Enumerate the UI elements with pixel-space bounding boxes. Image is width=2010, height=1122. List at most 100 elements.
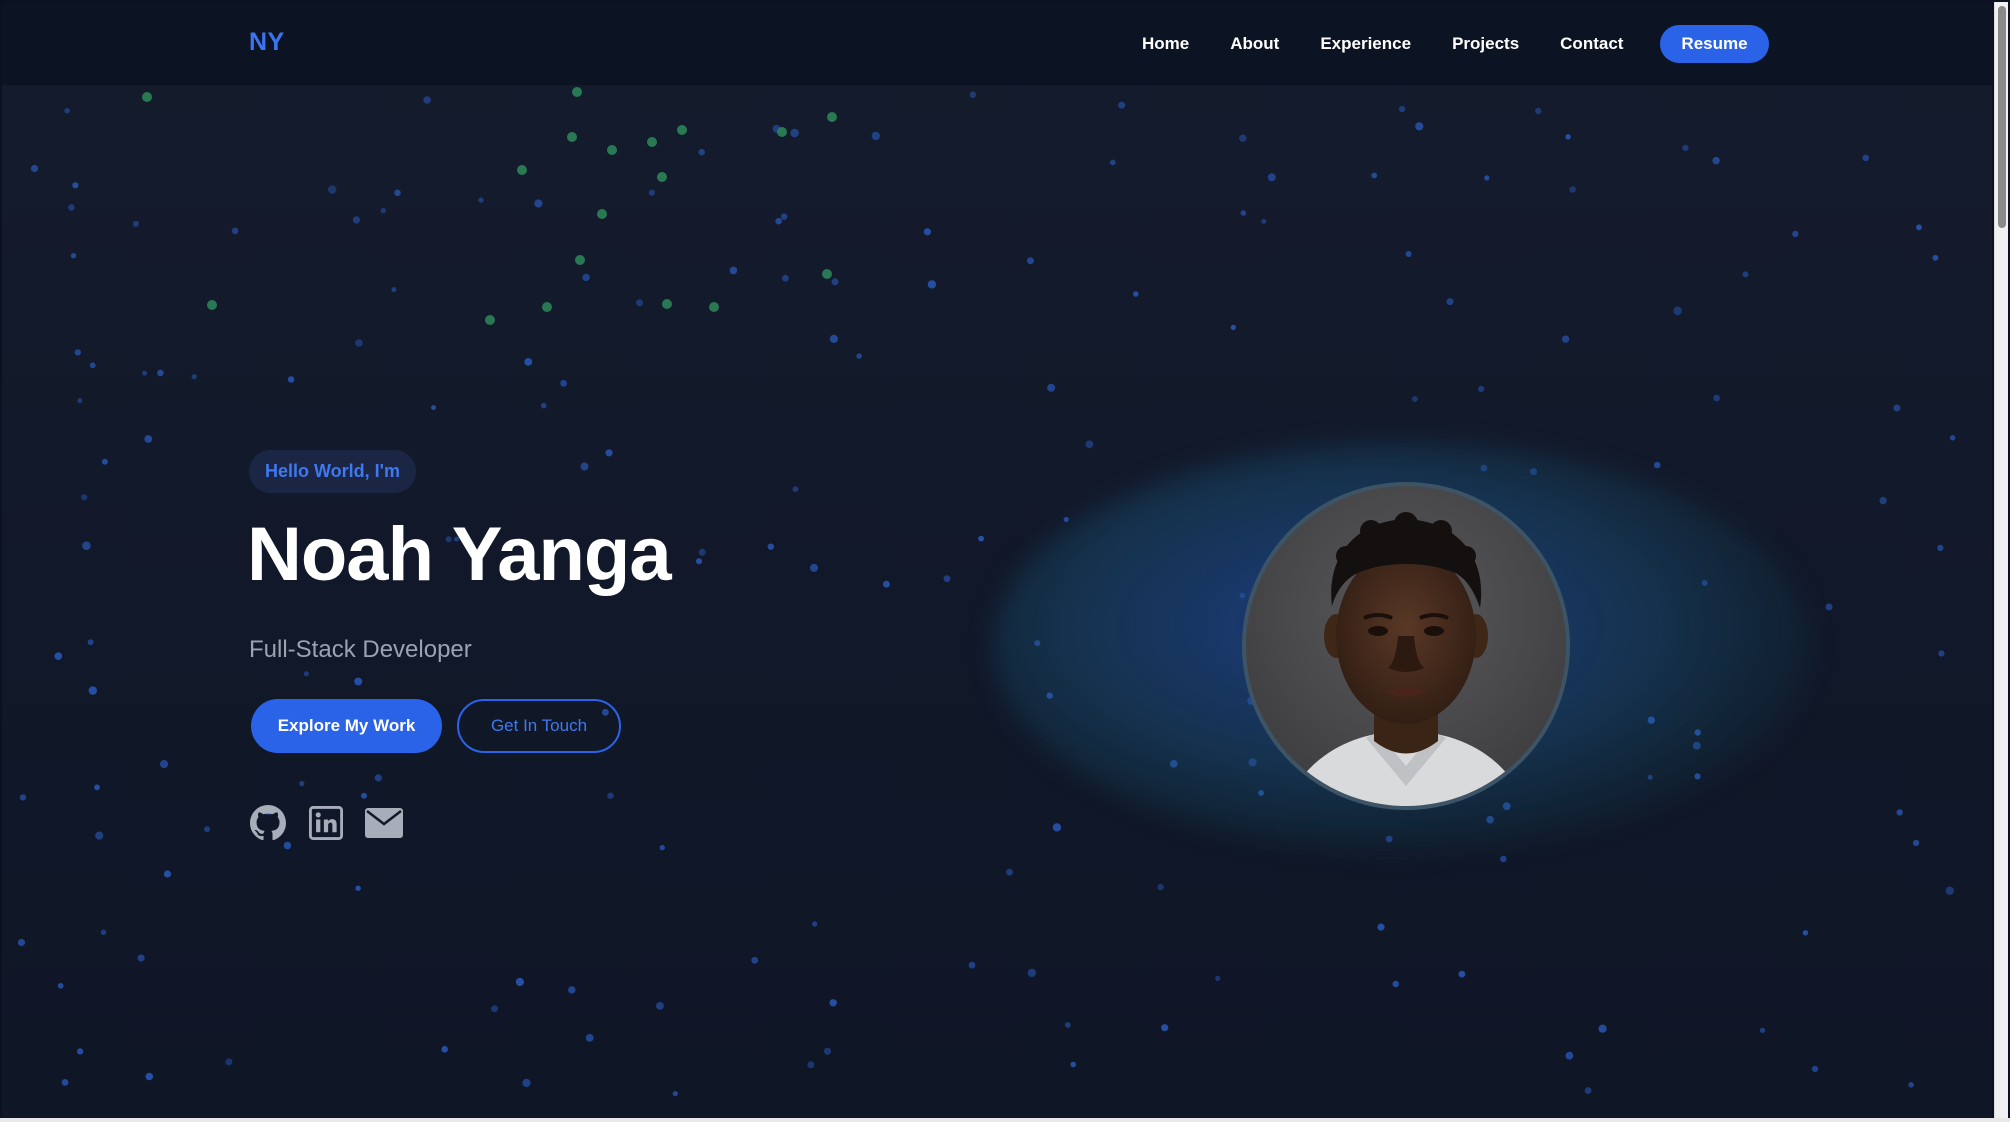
particle — [380, 207, 386, 214]
particle — [662, 299, 672, 309]
particle — [1759, 1027, 1766, 1033]
particle — [1561, 335, 1570, 343]
particle — [829, 999, 837, 1007]
particle — [1230, 324, 1237, 331]
particle — [1109, 159, 1116, 166]
particle — [1392, 980, 1399, 988]
particle — [580, 462, 589, 471]
particle — [515, 977, 525, 987]
get-in-touch-button[interactable]: Get In Touch — [457, 699, 621, 753]
particle — [1682, 144, 1689, 151]
particle — [969, 91, 977, 98]
particle — [978, 535, 984, 542]
particle — [823, 1047, 832, 1055]
particle — [303, 671, 309, 677]
particle — [1063, 516, 1069, 523]
particle — [57, 983, 64, 989]
particle — [856, 353, 862, 359]
nav-link-projects[interactable]: Projects — [1452, 34, 1519, 54]
particle — [656, 1002, 664, 1010]
particle — [1064, 1022, 1071, 1028]
particle — [225, 1058, 233, 1066]
particle — [485, 315, 495, 325]
particle — [1893, 404, 1901, 412]
particle — [144, 435, 153, 443]
scrollbar[interactable] — [1994, 2, 2008, 1118]
explore-work-button[interactable]: Explore My Work — [251, 699, 442, 753]
particle — [831, 278, 839, 286]
particle — [772, 124, 781, 133]
particle — [19, 794, 27, 801]
hero-name: Noah Yanga — [247, 512, 672, 597]
particle — [89, 362, 96, 369]
particle — [968, 961, 976, 969]
particle — [1932, 254, 1939, 261]
email-icon[interactable] — [365, 804, 403, 842]
particle — [782, 274, 789, 282]
particle — [1896, 809, 1903, 816]
particle — [352, 216, 360, 224]
nav-link-about[interactable]: About — [1230, 34, 1279, 54]
particle — [1862, 154, 1869, 162]
particle — [1565, 134, 1571, 140]
particle — [287, 376, 295, 383]
particle — [827, 112, 837, 122]
resume-button[interactable]: Resume — [1660, 25, 1769, 63]
particle — [568, 986, 576, 994]
particle — [1412, 396, 1418, 402]
particle — [1415, 122, 1424, 131]
particle — [441, 1046, 449, 1053]
linkedin-icon[interactable] — [307, 804, 345, 842]
nav-link-experience[interactable]: Experience — [1320, 34, 1411, 54]
scrollbar-thumb[interactable] — [1998, 6, 2006, 228]
particle — [585, 1034, 594, 1042]
particle — [829, 334, 839, 343]
particle — [1070, 1061, 1076, 1068]
hero-role: Full-Stack Developer — [249, 636, 472, 663]
particle — [1598, 1024, 1607, 1033]
particle — [17, 938, 26, 947]
particle — [30, 164, 39, 173]
nav-links: Home About Experience Projects Contact — [1142, 2, 1664, 86]
particle — [792, 486, 799, 492]
particle — [1026, 257, 1034, 265]
nav-link-home[interactable]: Home — [1142, 34, 1189, 54]
particle — [76, 1048, 84, 1055]
particle — [1484, 175, 1490, 181]
particle — [1215, 975, 1221, 982]
particle — [597, 209, 607, 219]
particle — [1239, 134, 1247, 142]
particle — [636, 299, 644, 307]
particle — [1945, 886, 1955, 895]
particle — [1161, 1024, 1169, 1032]
particle — [100, 929, 107, 936]
particle — [157, 369, 164, 377]
particle — [524, 358, 533, 366]
particle — [605, 449, 613, 457]
particle — [575, 255, 585, 265]
particle — [299, 781, 305, 787]
particle — [1811, 1065, 1819, 1073]
particle — [1240, 210, 1247, 216]
particle — [607, 145, 617, 155]
particle — [1047, 383, 1056, 392]
particle — [1157, 883, 1164, 891]
particle — [1006, 868, 1013, 876]
particle — [1377, 923, 1385, 931]
particle — [541, 402, 547, 409]
particle — [70, 253, 77, 259]
particle — [132, 220, 139, 227]
particle — [1458, 970, 1466, 978]
particle — [751, 956, 759, 964]
particle — [145, 1072, 154, 1081]
particle — [391, 287, 397, 293]
nav-link-contact[interactable]: Contact — [1560, 34, 1623, 54]
github-icon[interactable] — [249, 804, 287, 842]
particle — [1399, 105, 1406, 113]
particle — [1908, 1082, 1914, 1088]
particle — [648, 189, 656, 196]
particle — [1405, 251, 1412, 257]
site-logo[interactable]: NY — [249, 28, 285, 57]
particle — [582, 273, 590, 282]
particle — [1565, 1051, 1574, 1060]
